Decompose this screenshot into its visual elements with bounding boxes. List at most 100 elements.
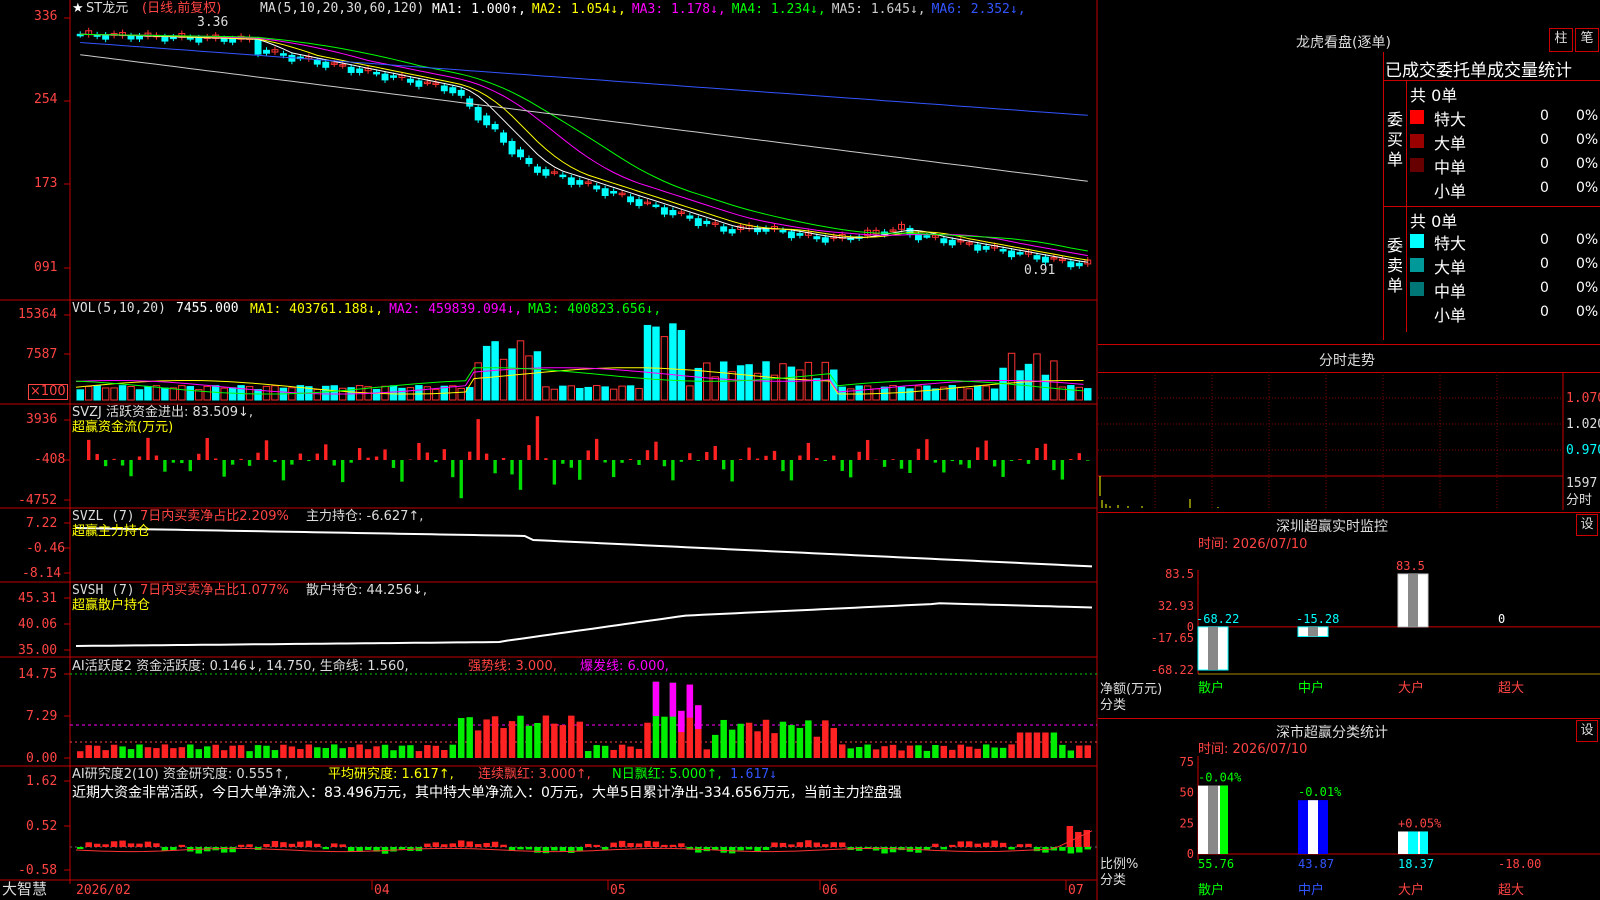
candle-body: [525, 157, 533, 165]
ai-research-bar: [229, 847, 236, 853]
volume-bar: [110, 387, 118, 401]
ai-research-bar: [1084, 847, 1091, 850]
svzj-title: 超赢资金流(万元): [72, 420, 174, 435]
svsh-tail: 散户持仓: 44.256↓,: [306, 583, 428, 598]
order-count: 0: [1540, 132, 1549, 148]
ai-activity-bar: [483, 719, 490, 758]
order-count: 0: [1540, 304, 1549, 320]
sell-total: 共 0单: [1410, 212, 1458, 231]
sz-stats-chart: 75 50 25 0 -0.04% 55.76 散户 -0.01% 43.87 中户 +0.05% 1…: [1180, 755, 1600, 898]
intraday-vol-label: 1597: [1566, 476, 1598, 491]
ai-activity-bar: [923, 750, 931, 758]
volume-bar: [686, 385, 694, 401]
main-position-line: [75, 527, 1093, 568]
retail-position-line: [75, 602, 1093, 647]
ai-research-bar: [737, 847, 744, 851]
volume-bar: [559, 385, 567, 401]
order-count: 0: [1540, 156, 1549, 172]
intraday-chart[interactable]: [1098, 372, 1600, 510]
ai-research-bar: [889, 847, 897, 853]
volume-bar: [567, 385, 576, 401]
ai-activity-bar: [627, 746, 634, 758]
main-position-line: [75, 527, 1093, 568]
volume-bar: [753, 372, 762, 401]
candle-body: [610, 190, 618, 194]
ai-activity-bar: [720, 719, 727, 758]
sz-stats-tick: 75: [1180, 755, 1194, 769]
candle-body: [1075, 262, 1083, 267]
volume-bar: [923, 385, 931, 401]
ai-activity-bar: [1025, 732, 1032, 758]
ai-activity-bar: [390, 750, 397, 758]
ai-research-bar: [618, 840, 626, 847]
order-percent: 0%: [1576, 280, 1599, 296]
ai-activity-bar: [745, 722, 753, 758]
price-axis-label: 336: [34, 9, 58, 24]
ai-activity-bar: [822, 720, 829, 758]
volume-bar: [1084, 388, 1092, 401]
order-type: 大单: [1434, 134, 1467, 153]
ai-activity-bar: [762, 719, 770, 758]
star-icon[interactable]: ★: [72, 2, 84, 16]
ai-activity-bar: [593, 745, 600, 758]
ai-research-bar: [85, 842, 92, 847]
sz-stats-bar-edge: [1320, 800, 1328, 854]
low-price-label: 0.91: [1024, 263, 1056, 278]
ai-research-bar: [483, 842, 490, 847]
ai-activity-bar: [398, 745, 406, 758]
candle-body: [686, 215, 694, 219]
intraday-vol-unit: 分时: [1566, 493, 1593, 508]
ai-activity-bar: [187, 744, 194, 758]
svzl-axis-label: 7.22: [26, 516, 58, 531]
ai-research-bar: [830, 842, 837, 847]
ai-activity-bars: [77, 681, 1091, 758]
ai-activity-bar: [229, 745, 236, 758]
ai-activity-bar: [364, 749, 372, 758]
ai-activity-bar: [779, 721, 787, 758]
ai-research-bar: [102, 844, 109, 847]
volume-bar: [127, 386, 135, 401]
ai-activity-bar: [517, 715, 524, 758]
volume-bar: [694, 367, 703, 401]
bar-mode-button[interactable]: 柱: [1549, 28, 1573, 52]
ai-research-bar: [466, 841, 473, 847]
ai-research-bar: [610, 842, 617, 847]
kline-chart-area[interactable]: [0, 0, 1098, 900]
candle-body: [999, 249, 1007, 252]
volume-bar: [787, 366, 796, 401]
ai-research-bar: [1025, 843, 1032, 847]
ai-activity-bar: [966, 746, 973, 758]
ai-activity-bar: [322, 748, 329, 758]
svzl-tail: 主力持仓: -6.627↑,: [306, 509, 424, 524]
volume-bar: [990, 388, 999, 401]
ma-line: [80, 54, 1088, 182]
ai-activity-bar: [339, 748, 346, 758]
date-label: 05: [610, 883, 626, 898]
high-price-label: 3.36: [197, 15, 229, 30]
ai-activity-bar: [170, 748, 177, 758]
volume-bar: [118, 385, 127, 401]
order-row: 特大 0 0%: [1410, 230, 1598, 253]
ai-activity-bar: [1059, 744, 1066, 758]
volume-bar: [482, 345, 491, 401]
ai-activity-bar: [415, 751, 423, 758]
ai-activity-bar: [618, 744, 626, 758]
ai-activity-bar: [712, 734, 719, 758]
volume-bar: [161, 387, 169, 401]
candle-body: [923, 235, 931, 238]
svzj-axis-label: -4752: [18, 493, 58, 508]
dragon-subtitle: 已成交委托单成交量统计: [1385, 61, 1572, 81]
ai-research-bar: [551, 847, 558, 851]
ai-activity-bar: [796, 727, 804, 758]
candle-body: [102, 34, 110, 40]
tick-mode-button[interactable]: 笔: [1575, 28, 1599, 52]
candle-body: [356, 68, 364, 73]
ai-activity-bar: [839, 744, 846, 758]
order-type: 特大: [1434, 110, 1467, 129]
ai-research-bar: [449, 843, 456, 847]
ai-activity-bar: [127, 749, 135, 758]
volume-bar: [609, 388, 618, 401]
ai-activity-bar: [491, 716, 499, 758]
ai-research-bar: [627, 843, 634, 847]
candle-body: [652, 204, 660, 208]
